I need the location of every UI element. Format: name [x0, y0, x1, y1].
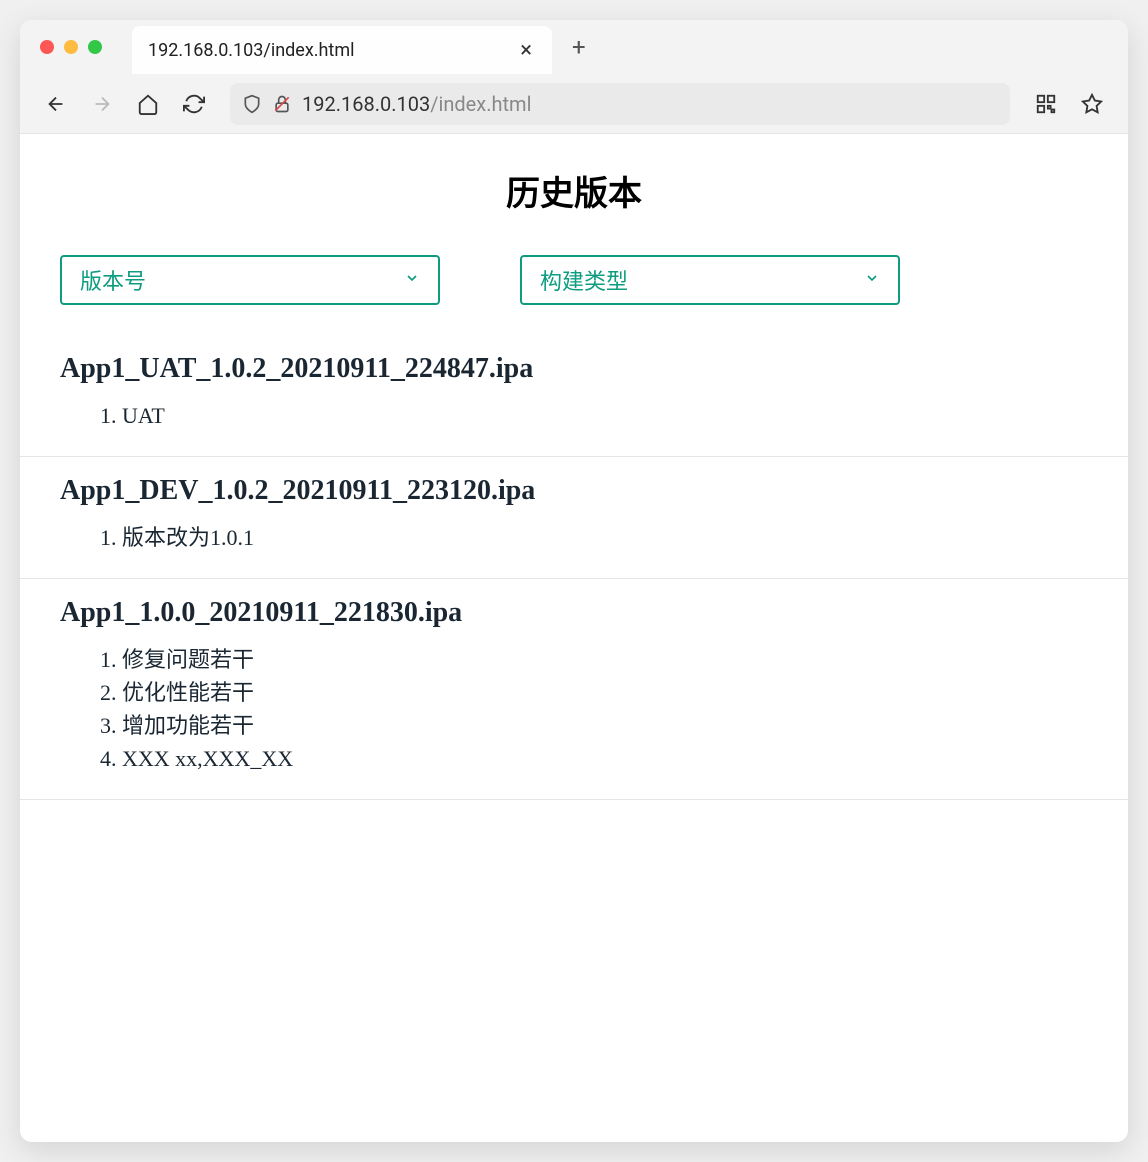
bookmark-button[interactable]	[1072, 84, 1112, 124]
note-item: UAT	[122, 399, 1088, 432]
home-icon	[137, 93, 159, 115]
browser-tab[interactable]: 192.168.0.103/index.html ×	[132, 26, 552, 74]
chevron-down-icon	[404, 270, 420, 290]
title-bar: 192.168.0.103/index.html × +	[20, 20, 1128, 74]
url-text: 192.168.0.103/index.html	[302, 92, 531, 116]
page-title: 历史版本	[20, 166, 1128, 215]
tab-title: 192.168.0.103/index.html	[148, 40, 354, 61]
version-item: App1_DEV_1.0.2_20210911_223120.ipa 版本改为1.…	[20, 457, 1128, 579]
build-type-select[interactable]: 构建类型	[520, 255, 900, 305]
shield-icon[interactable]	[242, 94, 262, 114]
chevron-down-icon	[864, 270, 880, 290]
arrow-right-icon	[91, 93, 113, 115]
reload-button[interactable]	[174, 84, 214, 124]
notes-list: 修复问题若干优化性能若干增加功能若干XXX xx,XXX_XX	[60, 643, 1088, 775]
note-item: XXX xx,XXX_XX	[122, 742, 1088, 775]
forward-button	[82, 84, 122, 124]
toolbar-right	[1026, 84, 1112, 124]
lock-strikethrough-icon[interactable]	[272, 94, 292, 114]
reload-icon	[183, 93, 205, 115]
filters-row: 版本号 构建类型	[20, 255, 1128, 305]
version-name[interactable]: App1_DEV_1.0.2_20210911_223120.ipa	[60, 475, 1088, 507]
version-list: App1_UAT_1.0.2_20210911_224847.ipaUATApp…	[20, 335, 1128, 800]
version-item: App1_1.0.0_20210911_221830.ipa 修复问题若干优化性能…	[20, 579, 1128, 800]
note-item: 优化性能若干	[122, 676, 1088, 709]
browser-toolbar: 192.168.0.103/index.html	[20, 74, 1128, 134]
browser-window: 192.168.0.103/index.html × + 192.168.0.1…	[20, 20, 1128, 1142]
page-content: 历史版本 版本号 构建类型 App1_UAT_1.0.2_20210911_22…	[20, 134, 1128, 1142]
version-select[interactable]: 版本号	[60, 255, 440, 305]
window-minimize-button[interactable]	[64, 40, 78, 54]
home-button[interactable]	[128, 84, 168, 124]
url-host: 192.168.0.103	[302, 92, 430, 116]
qr-code-button[interactable]	[1026, 84, 1066, 124]
version-name[interactable]: App1_UAT_1.0.2_20210911_224847.ipa	[60, 353, 1088, 385]
note-item: 增加功能若干	[122, 709, 1088, 742]
back-button[interactable]	[36, 84, 76, 124]
note-item: 版本改为1.0.1	[122, 521, 1088, 554]
note-item: 修复问题若干	[122, 643, 1088, 676]
window-close-button[interactable]	[40, 40, 54, 54]
url-path: /index.html	[430, 92, 531, 116]
window-controls	[40, 40, 102, 54]
build-type-select-label: 构建类型	[540, 264, 628, 296]
new-tab-button[interactable]: +	[572, 33, 586, 61]
star-icon	[1081, 93, 1103, 115]
notes-list: 版本改为1.0.1	[60, 521, 1088, 554]
version-name[interactable]: App1_1.0.0_20210911_221830.ipa	[60, 597, 1088, 629]
url-bar[interactable]: 192.168.0.103/index.html	[230, 83, 1010, 125]
qr-code-icon	[1035, 93, 1057, 115]
version-select-label: 版本号	[80, 264, 146, 296]
arrow-left-icon	[45, 93, 67, 115]
notes-list: UAT	[60, 399, 1088, 432]
version-item: App1_UAT_1.0.2_20210911_224847.ipa UAT	[20, 335, 1128, 457]
window-maximize-button[interactable]	[88, 40, 102, 54]
tab-close-button[interactable]: ×	[516, 38, 536, 63]
